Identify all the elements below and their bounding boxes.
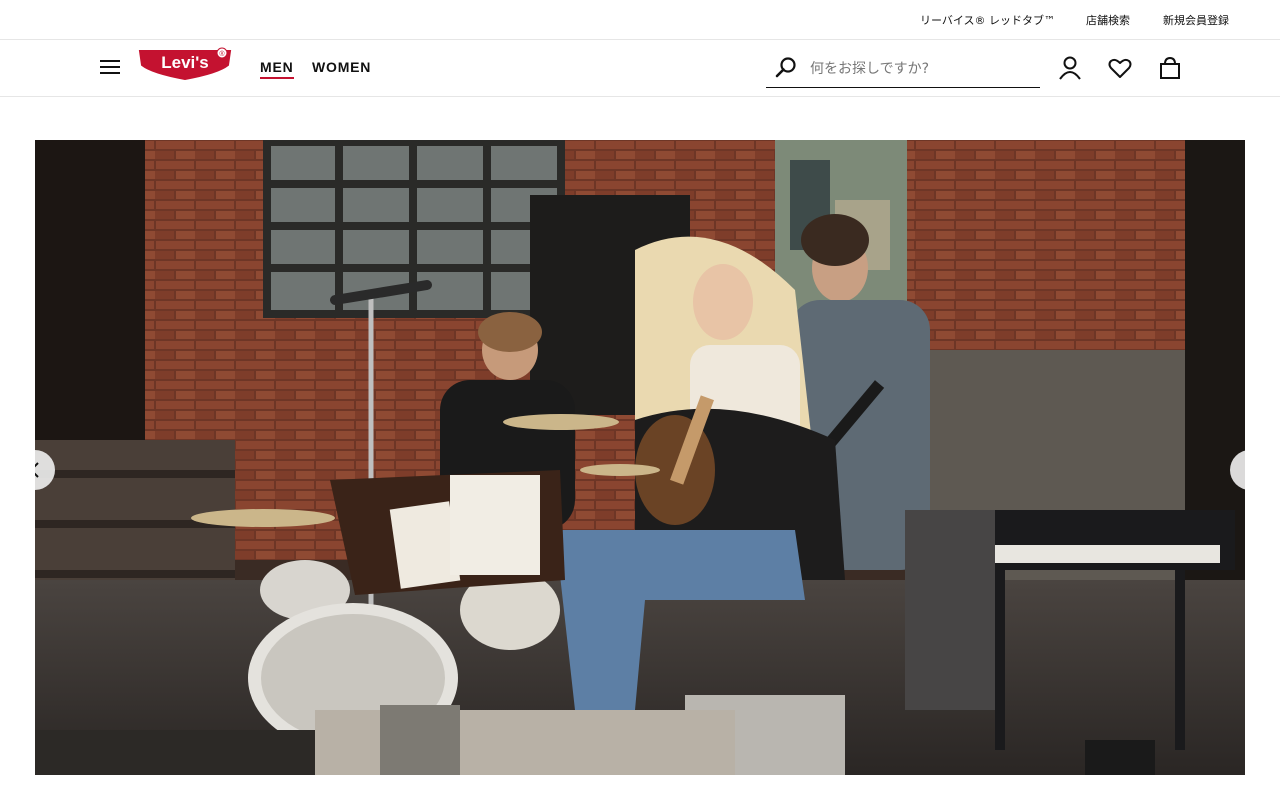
chevron-left-icon bbox=[35, 462, 39, 478]
store-locator-link[interactable]: 店舗検索 bbox=[1086, 12, 1130, 28]
nav-women[interactable]: WOMEN bbox=[312, 59, 371, 75]
hero-image bbox=[35, 140, 1245, 775]
search-box bbox=[766, 50, 1040, 88]
hero-banner[interactable] bbox=[35, 140, 1245, 775]
utility-bar: リーバイス® レッドタブ™ 店舗検索 新規会員登録 bbox=[0, 0, 1280, 40]
red-tab-link[interactable]: リーバイス® レッドタブ™ bbox=[920, 12, 1055, 28]
main-header: Levi's ® MEN WOMEN bbox=[0, 40, 1280, 97]
hamburger-menu-icon[interactable] bbox=[98, 57, 122, 77]
register-link[interactable]: 新規会員登録 bbox=[1163, 12, 1229, 28]
heart-icon[interactable] bbox=[1107, 55, 1133, 81]
logo-registered-mark: ® bbox=[219, 50, 225, 58]
account-icon[interactable] bbox=[1057, 55, 1083, 81]
shopping-bag-icon[interactable] bbox=[1157, 55, 1183, 81]
logo-text: Levi's bbox=[161, 53, 209, 72]
search-icon[interactable] bbox=[774, 56, 798, 80]
chevron-right-icon bbox=[1242, 461, 1245, 479]
nav-men[interactable]: MEN bbox=[260, 59, 294, 79]
search-input[interactable] bbox=[810, 58, 1034, 80]
levis-logo[interactable]: Levi's ® bbox=[138, 47, 232, 87]
